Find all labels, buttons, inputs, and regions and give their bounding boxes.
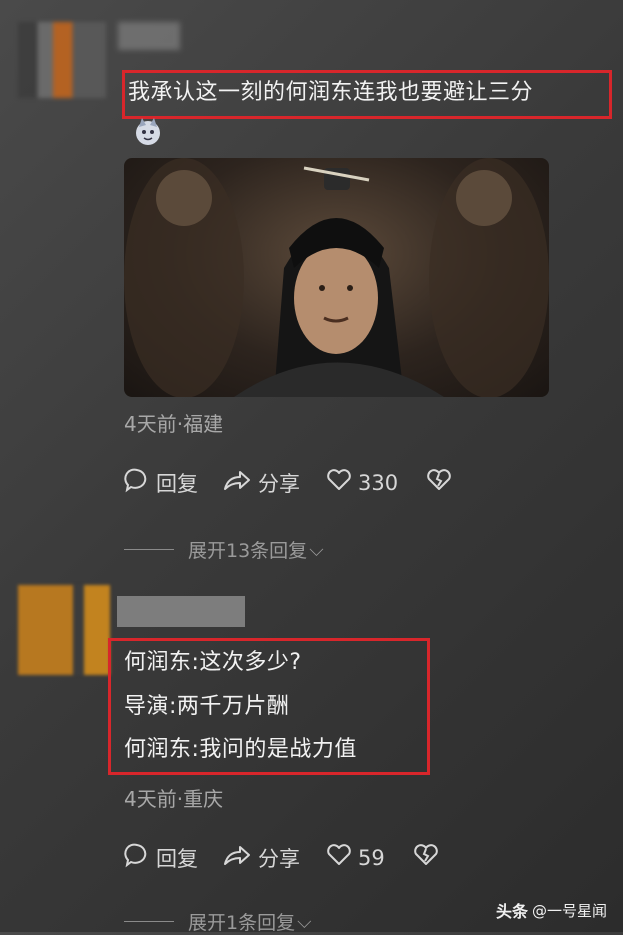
avatar[interactable] <box>18 22 106 98</box>
like-count: 59 <box>358 845 385 870</box>
reply-label: 回复 <box>156 471 198 496</box>
watermark-handle: @一号星闻 <box>531 901 607 920</box>
like-button[interactable]: 59 <box>326 843 385 872</box>
reply-label: 回复 <box>156 846 198 871</box>
expand-label: 展开1条回复 <box>188 912 296 934</box>
like-button[interactable]: 330 <box>326 468 398 497</box>
comment-image[interactable] <box>124 158 549 397</box>
broken-heart-icon <box>413 843 439 872</box>
comment-meta: 4天前·福建 <box>124 412 224 436</box>
share-icon <box>222 467 252 498</box>
username-blurred[interactable] <box>117 596 245 627</box>
share-button[interactable]: 分享 <box>222 467 300 498</box>
comment-line: 何润东:我问的是战力值 <box>124 737 357 762</box>
divider <box>124 549 174 550</box>
reply-button[interactable]: 回复 <box>124 467 198 498</box>
share-button[interactable]: 分享 <box>222 842 300 873</box>
watermark: 头条 @一号星闻 <box>496 898 607 922</box>
comment-actions: 回复 分享 59 <box>124 842 439 873</box>
broken-heart-icon <box>426 468 452 497</box>
chevron-down-icon: ⌵ <box>309 538 324 561</box>
share-label: 分享 <box>258 471 300 496</box>
share-icon <box>222 842 252 873</box>
dislike-button[interactable] <box>426 468 452 497</box>
reply-icon <box>124 842 150 873</box>
comment-line: 导演:两千万片酬 <box>124 694 290 719</box>
chevron-down-icon: ⌵ <box>297 910 312 933</box>
reply-button[interactable]: 回复 <box>124 842 198 873</box>
share-label: 分享 <box>258 846 300 871</box>
comment-text: 我承认这一刻的何润东连我也要避让三分 <box>128 80 534 105</box>
comment-actions: 回复 分享 330 <box>124 467 452 498</box>
dislike-button[interactable] <box>413 843 439 872</box>
sticker-icon <box>132 115 164 147</box>
username-blurred[interactable] <box>118 22 180 50</box>
comment-meta: 4天前·重庆 <box>124 787 224 811</box>
expand-label: 展开13条回复 <box>188 540 308 562</box>
reply-icon <box>124 467 150 498</box>
expand-replies-button[interactable]: 展开13条回复 ⌵ <box>124 536 324 563</box>
expand-replies-button[interactable]: 展开1条回复 ⌵ <box>124 908 312 935</box>
comment-line: 何润东:这次多少? <box>124 650 302 675</box>
heart-icon <box>326 468 352 497</box>
brand-logo: 头条 <box>495 902 528 921</box>
like-count: 330 <box>358 470 399 495</box>
divider <box>124 921 174 922</box>
avatar[interactable] <box>18 585 110 675</box>
heart-icon <box>326 843 352 872</box>
